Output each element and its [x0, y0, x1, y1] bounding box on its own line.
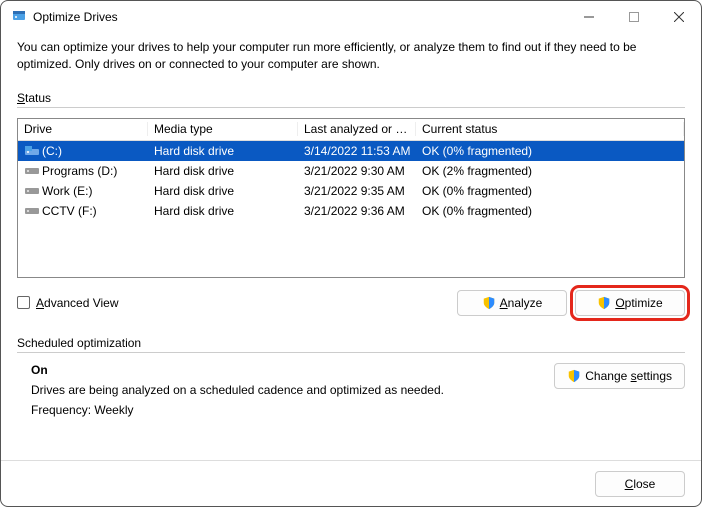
drive-name: Work (E:)	[42, 184, 92, 198]
optimize-button[interactable]: Optimize	[575, 290, 685, 316]
drive-last: 3/21/2022 9:35 AM	[298, 184, 416, 198]
shield-icon	[597, 296, 611, 310]
footer: Close	[1, 460, 701, 506]
change-settings-button[interactable]: Change settings	[554, 363, 685, 389]
drive-status: OK (0% fragmented)	[416, 184, 684, 198]
advanced-view-label[interactable]: Advanced View	[36, 296, 119, 310]
divider	[17, 352, 685, 353]
col-header-last[interactable]: Last analyzed or o...	[298, 122, 416, 136]
drive-status: OK (0% fragmented)	[416, 144, 684, 158]
table-row[interactable]: Programs (D:) Hard disk drive3/21/2022 9:…	[18, 161, 684, 181]
drive-status: OK (0% fragmented)	[416, 204, 684, 218]
scheduled-frequency: Frequency: Weekly	[31, 403, 444, 417]
col-header-media[interactable]: Media type	[148, 122, 298, 136]
scheduled-desc: Drives are being analyzed on a scheduled…	[31, 383, 444, 397]
maximize-button[interactable]	[611, 2, 656, 32]
analyze-button[interactable]: Analyze	[457, 290, 567, 316]
scheduled-status: On	[31, 363, 444, 377]
table-header: Drive Media type Last analyzed or o... C…	[18, 119, 684, 141]
drive-name: Programs (D:)	[42, 164, 117, 178]
close-dialog-button[interactable]: Close	[595, 471, 685, 497]
close-button[interactable]	[656, 2, 701, 32]
description-text: You can optimize your drives to help you…	[17, 39, 685, 73]
advanced-view-checkbox[interactable]	[17, 296, 30, 309]
table-row[interactable]: (C:) Hard disk drive3/14/2022 11:53 AMOK …	[18, 141, 684, 161]
drive-media: Hard disk drive	[148, 144, 298, 158]
scheduled-heading: Scheduled optimization	[17, 336, 685, 350]
drive-last: 3/21/2022 9:30 AM	[298, 164, 416, 178]
optimize-drives-window: Optimize Drives You can optimize your dr…	[0, 0, 702, 507]
drive-icon	[24, 145, 38, 157]
drives-table: Drive Media type Last analyzed or o... C…	[17, 118, 685, 278]
shield-icon	[567, 369, 581, 383]
status-label: Status	[17, 91, 685, 105]
drive-media: Hard disk drive	[148, 164, 298, 178]
drive-icon	[24, 185, 38, 197]
drive-icon	[24, 165, 38, 177]
drive-last: 3/14/2022 11:53 AM	[298, 144, 416, 158]
shield-icon	[482, 296, 496, 310]
table-row[interactable]: Work (E:) Hard disk drive3/21/2022 9:35 A…	[18, 181, 684, 201]
drive-media: Hard disk drive	[148, 204, 298, 218]
drive-last: 3/21/2022 9:36 AM	[298, 204, 416, 218]
divider	[17, 107, 685, 108]
drive-icon	[24, 205, 38, 217]
drive-media: Hard disk drive	[148, 184, 298, 198]
titlebar: Optimize Drives	[1, 1, 701, 33]
col-header-status[interactable]: Current status	[416, 122, 684, 136]
app-icon	[11, 8, 27, 27]
window-title: Optimize Drives	[33, 10, 566, 24]
col-header-drive[interactable]: Drive	[18, 122, 148, 136]
drive-status: OK (2% fragmented)	[416, 164, 684, 178]
minimize-button[interactable]	[566, 2, 611, 32]
drive-name: CCTV (F:)	[42, 204, 97, 218]
drive-name: (C:)	[42, 144, 62, 158]
table-row[interactable]: CCTV (F:) Hard disk drive3/21/2022 9:36 A…	[18, 201, 684, 221]
